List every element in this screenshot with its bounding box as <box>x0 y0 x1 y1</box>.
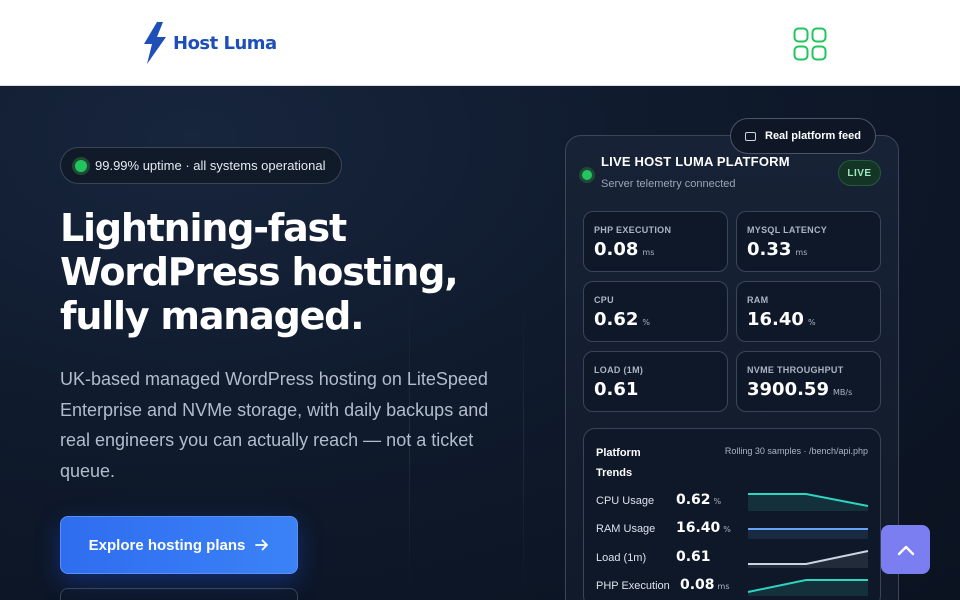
metric-label: MYSQL LATENCY <box>747 225 828 235</box>
cta-label: Explore hosting plans <box>88 536 246 554</box>
trend-value: 16.40% <box>676 520 731 536</box>
metric-card: RAM 16.40% <box>736 281 881 342</box>
app-grid-icon <box>793 27 827 61</box>
brand-name: Host Luma <box>173 32 277 54</box>
chart-icon <box>745 132 756 141</box>
trend-name: Load (1m) <box>596 552 647 564</box>
lightning-bolt-icon <box>144 22 166 64</box>
scroll-to-top-button[interactable] <box>881 525 930 574</box>
metric-value: 3900.59 MB/s <box>747 379 853 400</box>
trend-row: Load (1m) 0.61 <box>596 548 870 568</box>
feed-badge: Real platform feed <box>730 118 876 154</box>
metric-value: 16.40% <box>747 309 816 330</box>
metric-card: PHP EXECUTION 0.08 ms <box>583 211 728 272</box>
platform-title: LIVE HOST LUMA PLATFORM <box>601 154 790 169</box>
trends-meta: Rolling 30 samples · /bench/api.php <box>724 446 868 456</box>
arrow-right-icon <box>255 539 269 551</box>
status-text: 99.99% uptime · all systems operational <box>95 158 326 173</box>
trend-name: PHP Execution <box>596 580 670 592</box>
trend-sparkline <box>748 493 869 511</box>
menu-button[interactable] <box>793 27 827 61</box>
metric-label: RAM <box>747 295 769 305</box>
metric-card: LOAD (1M) 0.61 <box>583 351 728 412</box>
live-badge: LIVE <box>838 160 881 186</box>
status-dot <box>75 160 87 172</box>
chevron-up-icon <box>897 545 914 555</box>
headline-line: WordPress hosting, <box>60 250 459 294</box>
secondary-button[interactable] <box>60 588 298 600</box>
metric-label: PHP EXECUTION <box>594 225 672 235</box>
trend-value: 0.08 ms <box>680 577 730 593</box>
platform-subtitle: Server telemetry connected <box>601 178 736 190</box>
metric-value: 0.62% <box>594 309 651 330</box>
trend-value: 0.61 <box>676 549 711 565</box>
metric-card: MYSQL LATENCY 0.33 ms <box>736 211 881 272</box>
platform-trends-panel: Platform Trends Rolling 30 samples · /be… <box>583 428 881 600</box>
hero-subtext: UK-based managed WordPress hosting on Li… <box>60 369 489 481</box>
site-header: Host Luma <box>0 0 960 86</box>
metric-card: CPU 0.62% <box>583 281 728 342</box>
metric-label: LOAD (1M) <box>594 365 644 375</box>
metric-card: NVME THROUGHPUT 3900.59 MB/s <box>736 351 881 412</box>
explore-plans-button[interactable]: Explore hosting plans <box>60 516 298 574</box>
trend-row: PHP Execution 0.08 ms <box>596 576 870 596</box>
live-status-dot <box>582 170 592 180</box>
trend-name: RAM Usage <box>596 523 656 535</box>
metric-label: NVME THROUGHPUT <box>747 365 844 375</box>
trends-title: Platform Trends <box>596 447 641 479</box>
trend-value: 0.62% <box>676 492 722 508</box>
trend-sparkline <box>747 579 868 596</box>
headline-line: Lightning-fast <box>60 206 347 250</box>
trend-row: CPU Usage 0.62% <box>596 491 870 511</box>
trend-row: RAM Usage 16.40% <box>596 519 870 539</box>
trend-name: CPU Usage <box>596 495 655 507</box>
metric-value: 0.33 ms <box>747 239 808 260</box>
headline-line: fully managed. <box>60 294 365 338</box>
status-pill: 99.99% uptime · all systems operational <box>60 147 342 184</box>
feed-label: Real platform feed <box>765 130 861 142</box>
metric-value: 0.61 <box>594 379 639 400</box>
grid-line <box>523 296 524 596</box>
metric-label: CPU <box>594 295 614 305</box>
brand-logo[interactable]: Host Luma <box>141 22 277 64</box>
metric-value: 0.08 ms <box>594 239 655 260</box>
hero-headline: Lightning-fast WordPress hosting, fully … <box>60 206 520 338</box>
trend-sparkline <box>748 528 868 539</box>
trend-sparkline <box>748 550 869 568</box>
